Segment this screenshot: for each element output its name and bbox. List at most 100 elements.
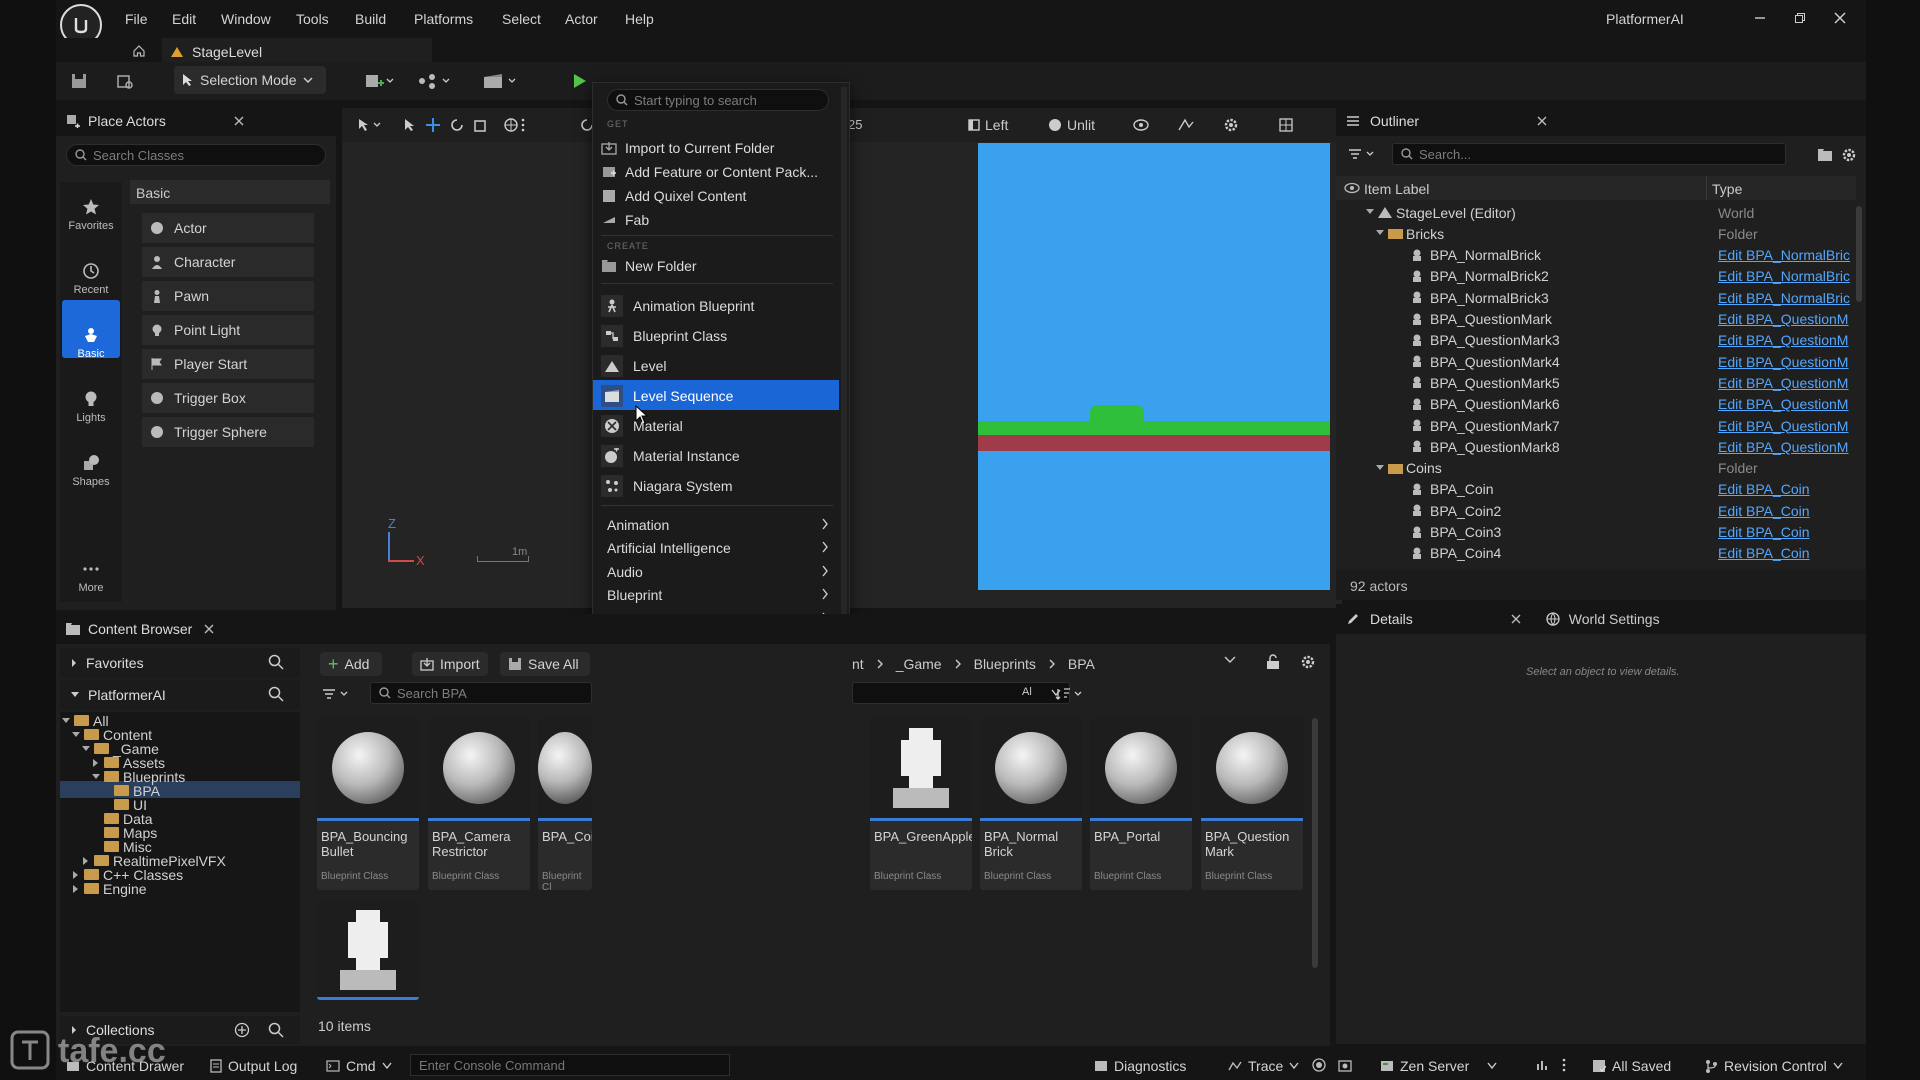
save-all-button[interactable]: Save All xyxy=(500,652,590,676)
edit-blueprint-link[interactable]: Edit BPA_QuestionM xyxy=(1718,418,1850,434)
search-bpa-input[interactable]: Search BPA xyxy=(370,682,592,704)
outliner-row[interactable]: BPA_QuestionMark4 Edit BPA_QuestionM xyxy=(1336,351,1856,372)
all-saved-status[interactable]: All Saved xyxy=(1592,1058,1671,1074)
favorites-section[interactable]: Favorites xyxy=(60,648,300,678)
search-classes-input[interactable]: Search Classes xyxy=(66,144,326,166)
diagnostics-button[interactable]: Diagnostics xyxy=(1094,1058,1186,1074)
menu-niagara-system[interactable]: Niagara System xyxy=(601,474,833,498)
sort-icon[interactable] xyxy=(1052,684,1088,704)
menu-file[interactable]: File xyxy=(125,11,148,27)
search-project-icon[interactable] xyxy=(268,686,284,702)
outliner-row[interactable]: BPA_NormalBrick3 Edit BPA_NormalBric xyxy=(1336,287,1856,308)
console-command-input[interactable]: Enter Console Command xyxy=(410,1054,730,1076)
outliner-row[interactable]: Coins Folder xyxy=(1336,458,1856,479)
outliner-row[interactable]: BPA_Coin Edit BPA_Coin xyxy=(1336,479,1856,500)
edit-blueprint-link[interactable]: Edit BPA_Coin xyxy=(1718,545,1850,561)
place-item-actor[interactable]: Actor xyxy=(142,213,314,243)
asset-tile[interactable]: BPA_Coi Blueprint Cl xyxy=(538,718,592,890)
outliner-row[interactable]: BPA_QuestionMark3 Edit BPA_QuestionM xyxy=(1336,330,1856,351)
menu-platforms[interactable]: Platforms xyxy=(414,11,473,27)
place-item-trigger-box[interactable]: Trigger Box xyxy=(142,383,314,413)
menu-actor[interactable]: Actor xyxy=(565,11,598,27)
asset-tile[interactable]: BPA_Camera Restrictor Blueprint Class xyxy=(428,718,530,890)
show-flags-icon[interactable] xyxy=(1132,116,1158,134)
filter-icon[interactable] xyxy=(1346,144,1378,164)
menu-blueprint-class[interactable]: Blueprint Class xyxy=(601,324,833,348)
breadcrumb-item[interactable]: _Game xyxy=(896,656,942,672)
visibility-eye-icon[interactable] xyxy=(1344,181,1360,195)
revision-control-dropdown[interactable]: Revision Control xyxy=(1704,1058,1843,1074)
browse-icon[interactable] xyxy=(114,70,136,92)
breadcrumb-chevron-down-icon[interactable] xyxy=(1224,656,1236,664)
outliner-row[interactable]: BPA_Coin4 Edit BPA_Coin xyxy=(1336,543,1856,562)
menu-help[interactable]: Help xyxy=(625,11,654,27)
add-actor-icon[interactable] xyxy=(362,70,396,92)
record-icon[interactable] xyxy=(1312,1058,1326,1072)
category-more[interactable]: More xyxy=(56,556,126,594)
asset-tile[interactable]: BPA_Question Mark Blueprint Class xyxy=(1201,718,1303,890)
output-log-button[interactable]: Output Log xyxy=(210,1058,297,1074)
details-tab[interactable]: Details xyxy=(1370,611,1413,627)
edit-blueprint-link[interactable]: Edit BPA_QuestionM xyxy=(1718,354,1850,370)
edit-blueprint-link[interactable]: Edit BPA_Coin xyxy=(1718,524,1850,540)
outliner-row[interactable]: StageLevel (Editor) World xyxy=(1336,202,1856,223)
asset-grid-scrollbar[interactable] xyxy=(1312,718,1318,968)
breadcrumb-item[interactable]: Blueprints xyxy=(974,656,1036,672)
menu-tools[interactable]: Tools xyxy=(296,11,329,27)
viewport-options-icon[interactable] xyxy=(356,116,386,134)
outliner-scrollbar[interactable] xyxy=(1856,206,1862,302)
close-tab-icon[interactable] xyxy=(1511,614,1521,624)
settings-gear-icon[interactable] xyxy=(1218,116,1244,134)
content-browser-title[interactable]: Content Browser xyxy=(88,621,192,637)
outliner-row[interactable]: BPA_NormalBrick2 Edit BPA_NormalBric xyxy=(1336,266,1856,287)
edit-blueprint-link[interactable]: Edit BPA_QuestionM xyxy=(1718,311,1850,327)
menu-build[interactable]: Build xyxy=(355,11,386,27)
project-section[interactable]: PlatformerAI xyxy=(60,680,300,710)
edit-blueprint-link[interactable]: Edit BPA_QuestionM xyxy=(1718,396,1850,412)
lock-icon[interactable] xyxy=(1266,654,1280,670)
filter-icon[interactable] xyxy=(320,684,352,704)
place-actors-tab[interactable]: Place Actors xyxy=(56,106,336,136)
outliner-row[interactable]: BPA_NormalBrick Edit BPA_NormalBric xyxy=(1336,245,1856,266)
cinematics-icon[interactable] xyxy=(480,70,520,92)
category-lights[interactable]: Lights xyxy=(56,386,126,424)
asset-tile[interactable]: BPA_GreenApple Blueprint Class xyxy=(870,718,972,890)
submenu-animation[interactable]: Animation xyxy=(607,514,833,536)
outliner-row[interactable]: BPA_QuestionMark6 Edit BPA_QuestionM xyxy=(1336,394,1856,415)
breadcrumb-item[interactable]: nt xyxy=(852,656,864,672)
screenshot-icon[interactable] xyxy=(1338,1058,1352,1072)
rotate-tool-icon[interactable] xyxy=(448,116,466,134)
submenu-artificial-intelligence[interactable]: Artificial Intelligence xyxy=(607,537,833,559)
lighting-mode-unlit[interactable]: Unlit xyxy=(1048,115,1095,135)
outliner-tab[interactable]: Outliner xyxy=(1336,106,1866,136)
select-tool-icon[interactable] xyxy=(402,116,418,134)
menu-select[interactable]: Select xyxy=(502,11,541,27)
cmd-dropdown[interactable]: Cmd xyxy=(326,1058,392,1074)
close-tab-icon[interactable] xyxy=(234,116,244,126)
outliner-row[interactable]: Bricks Folder xyxy=(1336,223,1856,244)
outliner-row[interactable]: BPA_QuestionMark7 Edit BPA_QuestionM xyxy=(1336,415,1856,436)
search-collections-icon[interactable] xyxy=(268,1022,284,1038)
column-item-label[interactable]: Item Label xyxy=(1364,181,1429,197)
submenu-audio[interactable]: Audio xyxy=(607,561,833,583)
close-tab-icon[interactable] xyxy=(204,624,214,634)
menu-material-instance[interactable]: Material Instance xyxy=(601,444,833,468)
scale-tool-icon[interactable] xyxy=(472,116,490,134)
outliner-row[interactable]: BPA_QuestionMark5 Edit BPA_QuestionM xyxy=(1336,372,1856,393)
category-recent[interactable]: Recent xyxy=(56,258,126,296)
import-button[interactable]: Import xyxy=(412,652,488,676)
stats-icon[interactable] xyxy=(1536,1058,1550,1072)
outliner-row[interactable]: BPA_QuestionMark Edit BPA_QuestionM xyxy=(1336,309,1856,330)
asset-tile[interactable]: BPA_Bouncing Bullet Blueprint Class xyxy=(317,718,419,890)
edit-blueprint-link[interactable]: Edit BPA_NormalBric xyxy=(1718,268,1850,284)
search-bpa-input-right[interactable] xyxy=(852,682,1070,704)
column-type[interactable]: Type xyxy=(1712,181,1742,197)
layout-icon[interactable] xyxy=(1277,116,1295,134)
edit-blueprint-link[interactable]: Edit BPA_Coin xyxy=(1718,503,1850,519)
snap-value[interactable]: 25 xyxy=(848,117,862,132)
tree-engine[interactable]: Engine xyxy=(72,880,147,897)
asset-tile[interactable]: BPA_Portal Blueprint Class xyxy=(1090,718,1192,890)
blueprints-icon[interactable] xyxy=(414,70,454,92)
menu-edit[interactable]: Edit xyxy=(172,11,196,27)
viewport-more-icon[interactable] xyxy=(518,116,528,134)
